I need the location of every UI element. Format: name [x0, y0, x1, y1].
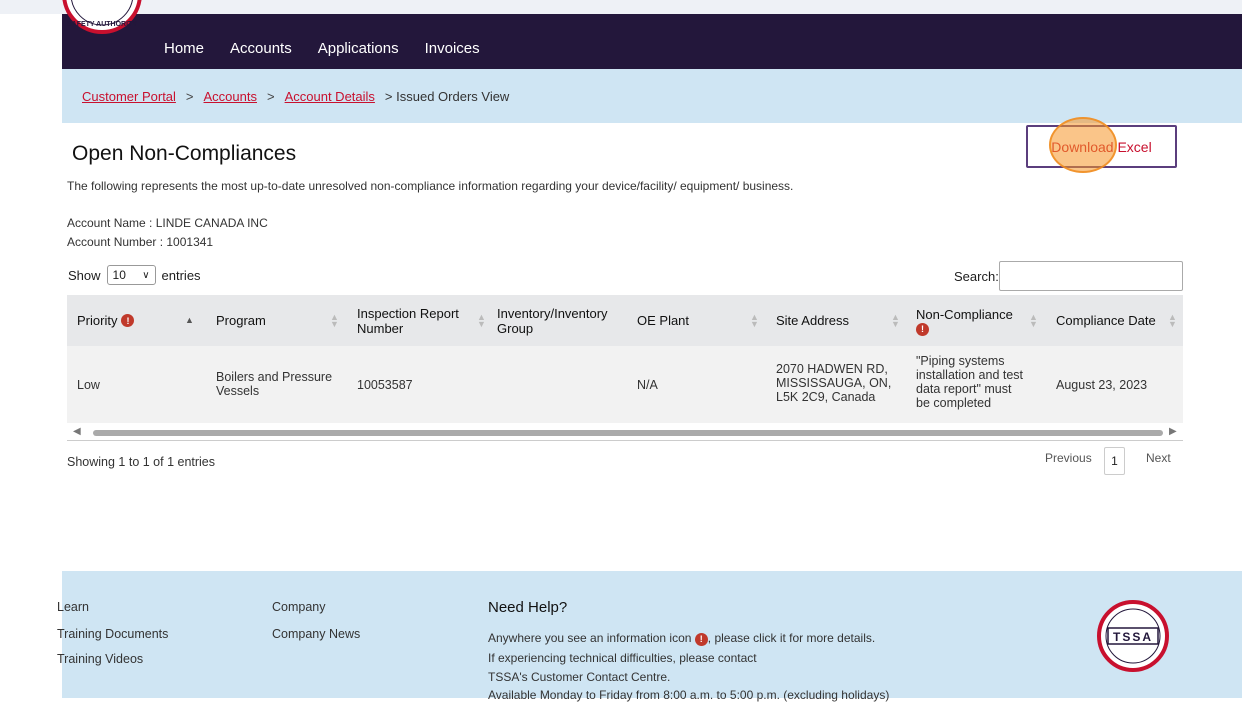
breadcrumb-account-details[interactable]: Account Details: [285, 89, 375, 104]
header-priority-label: Priority: [77, 313, 118, 328]
download-excel-button[interactable]: Download Excel: [1026, 125, 1177, 168]
next-button[interactable]: Next: [1146, 451, 1171, 465]
cell-priority: Low: [77, 378, 100, 392]
breadcrumb-accounts[interactable]: Accounts: [204, 89, 257, 104]
search-input[interactable]: [999, 261, 1183, 291]
help-line-2: If experiencing technical difficulties, …: [488, 651, 757, 665]
logo-text: SAFETY AUTHORITY: [67, 21, 137, 28]
entries-label: entries: [161, 267, 201, 283]
chevron-down-icon: ∨: [142, 269, 150, 281]
entries-select[interactable]: 10 ∨: [106, 265, 156, 285]
top-strip: [0, 0, 1242, 14]
breadcrumb-current: > Issued Orders View: [384, 89, 510, 104]
help-line-1: Anywhere you see an information icon !, …: [488, 631, 875, 646]
table-divider: [67, 440, 1183, 441]
show-label: Show: [68, 267, 101, 283]
cell-site-line-2: MISSISSAUGA, ON,: [776, 376, 892, 390]
help-text-2: , please click it for more details.: [707, 631, 876, 645]
entries-length-control: Show 10 ∨ entries: [68, 265, 201, 285]
header-non-compliance[interactable]: Non-Compliance !: [916, 295, 1013, 346]
breadcrumb-separator: >: [185, 89, 194, 104]
cell-site-address: 2070 HADWEN RD, MISSISSAUGA, ON, L5K 2C9…: [776, 362, 891, 404]
header-inventory-label: Inventory/Inventory: [497, 305, 608, 321]
sort-icon[interactable]: ▲ ▼: [1168, 313, 1177, 329]
header-program-label: Program: [216, 313, 266, 328]
entries-value: 10: [112, 268, 126, 282]
cell-site-line-3: L5K 2C9, Canada: [776, 390, 876, 404]
account-name: Account Name : LINDE CANADA INC: [67, 216, 268, 230]
header-priority[interactable]: Priority !: [77, 295, 135, 346]
main-nav: Home Accounts Applications Invoices: [164, 40, 480, 57]
table-info: Showing 1 to 1 of 1 entries: [67, 455, 216, 469]
header-inspection[interactable]: Inspection Report Number: [357, 295, 459, 346]
nav-applications[interactable]: Applications: [318, 40, 399, 57]
page-title: Open Non-Compliances: [72, 142, 297, 165]
cell-nc-line-2: installation and test: [916, 368, 1024, 382]
footer-tssa-logo[interactable]: TSSA: [1096, 599, 1170, 678]
info-icon[interactable]: !: [916, 322, 929, 336]
help-line-4: Available Monday to Friday from 8:00 a.m…: [488, 688, 890, 702]
header-site-label: Site Address: [776, 313, 849, 328]
help-line-3: TSSA's Customer Contact Centre.: [488, 670, 671, 684]
footer-learn: Learn: [57, 600, 89, 614]
cell-program: Boilers and Pressure Vessels: [216, 370, 332, 398]
nav-accounts[interactable]: Accounts: [230, 40, 292, 57]
cell-oe-plant: N/A: [637, 378, 658, 392]
cell-program-line: Boilers and Pressure: [216, 370, 333, 384]
tssa-logo[interactable]: SAFETY AUTHORITY: [62, 0, 142, 44]
nav-invoices[interactable]: Invoices: [425, 40, 480, 57]
search-label: Search:: [954, 269, 999, 284]
account-number: Account Number : 1001341: [67, 235, 214, 249]
footer-company: Company: [272, 600, 326, 614]
sort-asc-icon[interactable]: ▲: [185, 315, 194, 325]
page-description: The following represents the most up-to-…: [67, 179, 794, 193]
page-1-button[interactable]: 1: [1104, 447, 1125, 475]
scroll-left-icon[interactable]: ◀: [73, 426, 81, 437]
scroll-right-icon[interactable]: ▶: [1169, 426, 1177, 437]
header-inspection-label: Inspection Report: [357, 305, 459, 321]
info-icon: !: [694, 632, 708, 646]
header-date-label: Compliance Date: [1056, 313, 1156, 328]
sort-icon[interactable]: ▲ ▼: [750, 313, 759, 329]
sort-icon[interactable]: ▲ ▼: [477, 313, 486, 329]
cell-nc-line-3: data report" must: [916, 382, 1012, 396]
info-icon[interactable]: !: [121, 314, 135, 327]
nav-home[interactable]: Home: [164, 40, 204, 57]
cell-inspection: 10053587: [357, 378, 413, 392]
sort-icon[interactable]: ▲ ▼: [891, 313, 900, 329]
footer-logo-text: TSSA: [1113, 630, 1153, 644]
header-non-compliance-label: Non-Compliance: [916, 306, 1013, 322]
sort-icon[interactable]: ▲ ▼: [330, 313, 339, 329]
breadcrumb-customer-portal[interactable]: Customer Portal: [82, 89, 176, 104]
cell-site-line: 2070 HADWEN RD,: [776, 362, 888, 376]
breadcrumb-separator: >: [267, 89, 275, 104]
breadcrumb: Customer Portal > Accounts > Account Det…: [82, 89, 509, 104]
footer-training-documents[interactable]: Training Documents: [57, 627, 168, 641]
footer-company-news[interactable]: Company News: [272, 627, 360, 641]
footer-training-videos[interactable]: Training Videos: [57, 652, 143, 666]
header-compliance-date[interactable]: Compliance Date: [1056, 295, 1156, 346]
cell-non-compliance: "Piping systems installation and test da…: [916, 354, 1023, 410]
header-inventory[interactable]: Inventory/Inventory Group: [497, 295, 608, 346]
help-title: Need Help?: [488, 599, 568, 616]
cell-nc-line-4: be completed: [916, 396, 992, 410]
header-program[interactable]: Program: [216, 295, 266, 346]
scroll-thumb[interactable]: [93, 430, 1163, 436]
header-oe-plant[interactable]: OE Plant: [637, 295, 689, 346]
cell-nc-line: "Piping systems: [916, 354, 1005, 368]
header-inspection-label-2: Number: [357, 320, 404, 336]
help-text: Anywhere you see an information icon: [488, 631, 692, 645]
header-site-address[interactable]: Site Address: [776, 295, 849, 346]
header-oe-plant-label: OE Plant: [637, 313, 690, 328]
horizontal-scrollbar[interactable]: ◀ ▶: [67, 426, 1183, 440]
cell-compliance-date: August 23, 2023: [1056, 378, 1148, 392]
previous-button[interactable]: Previous: [1045, 451, 1092, 465]
sort-icon[interactable]: ▲ ▼: [1029, 313, 1038, 329]
cell-program-line-2: Vessels: [216, 384, 260, 398]
header-inventory-label-2: Group: [497, 320, 534, 336]
